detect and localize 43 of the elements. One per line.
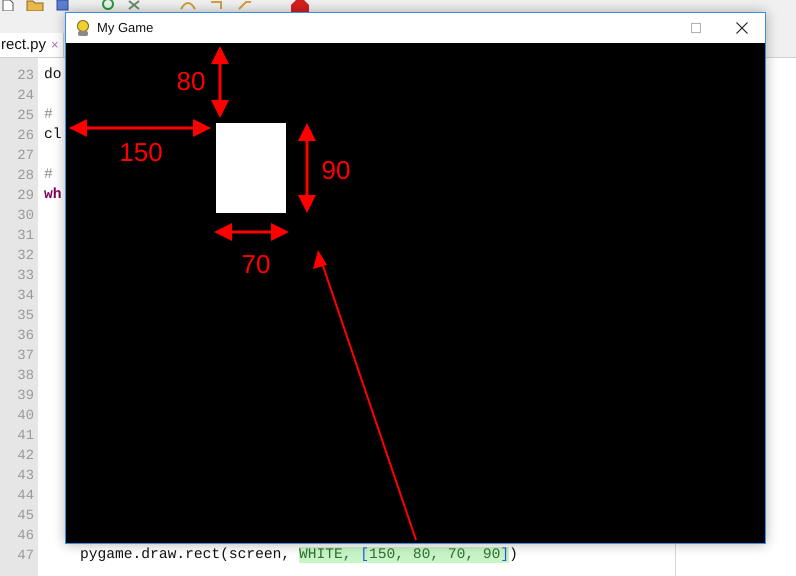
code-line: pygame.draw.rect(screen, WHITE, [150, 80, 70, 90]) xyxy=(80,546,518,566)
line-number: 46 xyxy=(17,526,34,546)
line-number: 35 xyxy=(17,306,34,326)
line-number: 45 xyxy=(17,506,34,526)
dimension-label: 90 xyxy=(322,155,350,185)
dimension-label: 150 xyxy=(119,137,163,167)
code-line: cl xyxy=(44,126,62,146)
line-number: 44 xyxy=(17,486,34,506)
line-number: 42 xyxy=(17,446,34,466)
line-number: 29 xyxy=(17,186,34,206)
line-number: 32 xyxy=(17,246,34,266)
line-number: 28 xyxy=(17,166,34,186)
line-number: 38 xyxy=(17,366,34,386)
save-icon[interactable] xyxy=(56,0,69,11)
maximize-icon[interactable] xyxy=(691,23,701,33)
folder-icon[interactable] xyxy=(26,0,44,11)
line-number: 40 xyxy=(17,406,34,426)
line-number: 25 xyxy=(17,106,34,126)
line-number: 37 xyxy=(17,346,34,366)
dimension-label: 70 xyxy=(242,249,270,279)
code-line: wh xyxy=(44,186,62,206)
line-number: 27 xyxy=(17,146,34,166)
code-line: do xyxy=(44,66,62,86)
line-number: 33 xyxy=(17,266,34,286)
close-icon[interactable]: × xyxy=(51,35,59,55)
line-number: 34 xyxy=(17,286,34,306)
file-tab[interactable]: rect.py × xyxy=(0,33,64,57)
line-number: 23 xyxy=(17,66,34,86)
line-number: 31 xyxy=(17,226,34,246)
line-number: 43 xyxy=(17,466,34,486)
line-number: 26 xyxy=(17,126,34,146)
window-title: My Game xyxy=(97,19,154,38)
line-number: 36 xyxy=(17,326,34,346)
line-number: 47 xyxy=(17,546,34,566)
new-file-icon[interactable] xyxy=(2,0,14,11)
close-icon[interactable] xyxy=(736,22,748,34)
line-number: 39 xyxy=(17,386,34,406)
dimension-label: 80 xyxy=(176,66,206,96)
line-number: 30 xyxy=(17,206,34,226)
line-number: 24 xyxy=(17,86,34,106)
line-number: 41 xyxy=(17,426,34,446)
code-line: # xyxy=(44,166,53,186)
code-line: # xyxy=(44,106,53,126)
